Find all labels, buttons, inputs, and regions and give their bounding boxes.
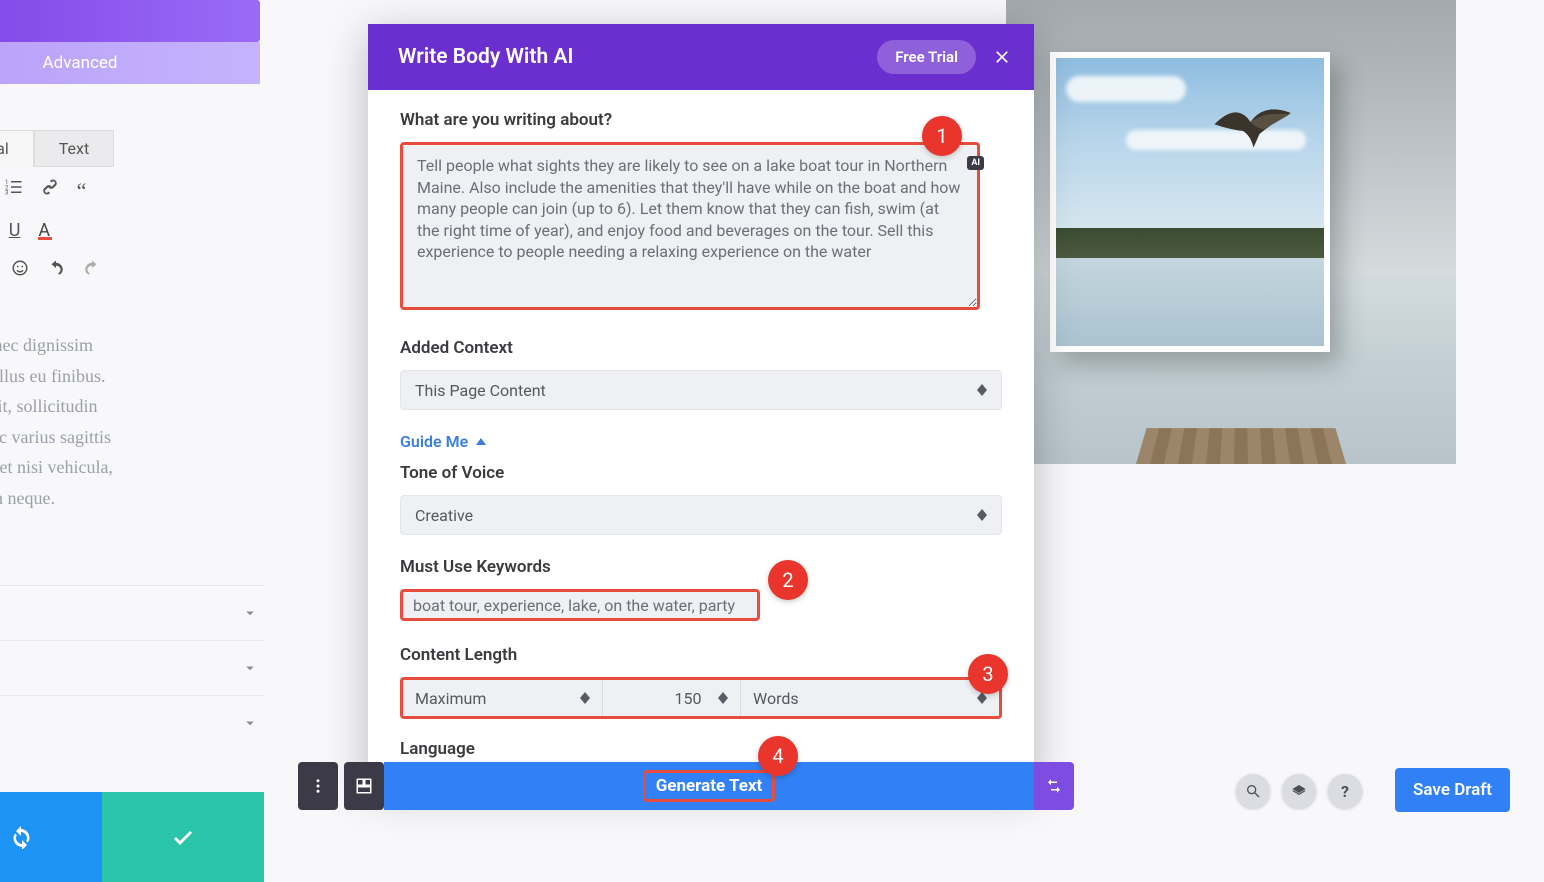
modal-header: Write Body With AI Free Trial [368, 24, 1034, 90]
collapse-row-1[interactable] [0, 585, 265, 640]
bird-icon [1206, 98, 1298, 158]
prompt-input[interactable] [400, 142, 980, 310]
left-collapsers [0, 585, 265, 750]
updown-icon [977, 509, 987, 521]
annotation-2: 2 [768, 560, 808, 600]
save-draft-label: Save Draft [1413, 780, 1492, 800]
help-icon[interactable]: ? [1328, 774, 1362, 808]
image-preview [1006, 0, 1456, 464]
builder-top-bar [0, 0, 260, 42]
ai-badge[interactable]: AI [967, 156, 984, 170]
length-mode-select[interactable]: Maximum [403, 680, 603, 716]
layout-button[interactable] [344, 762, 384, 810]
annotation-1: 1 [922, 116, 962, 156]
tone-select[interactable]: Creative [400, 495, 1002, 535]
inner-photo-card [1050, 52, 1330, 352]
scene-dock [1136, 428, 1346, 464]
modal-body: What are you writing about? AI Added Con… [368, 90, 1034, 783]
updown-icon [580, 692, 590, 704]
context-select[interactable]: This Page Content [400, 370, 1002, 410]
annotation-3-label: 3 [982, 662, 993, 686]
bottom-toolbar: Generate Text [298, 762, 1074, 810]
undo-icon[interactable] [47, 259, 65, 283]
length-mode-value: Maximum [415, 689, 486, 708]
keywords-input[interactable] [400, 589, 760, 621]
search-icon[interactable] [1236, 774, 1270, 808]
confirm-button[interactable] [102, 792, 264, 882]
close-icon[interactable] [992, 47, 1012, 67]
context-label: Added Context [400, 338, 1002, 358]
updown-icon [718, 692, 728, 704]
wysiwyg-toolbar: I 123 “ S U A Ω [0, 170, 260, 291]
length-unit-select[interactable]: Words [741, 680, 999, 716]
annotation-4-label: 4 [772, 744, 783, 768]
length-number-cell [603, 680, 741, 716]
visual-tab[interactable]: Visual [0, 130, 34, 167]
tone-label: Tone of Voice [400, 463, 1002, 483]
text-color-icon[interactable]: A [38, 220, 52, 243]
keywords-wrap [400, 589, 1002, 621]
layers-icon[interactable] [1282, 774, 1316, 808]
guide-me-label: Guide Me [400, 432, 468, 451]
generate-text-label: Generate Text [643, 770, 776, 802]
help-icon-label: ? [1341, 782, 1349, 801]
underline-icon[interactable]: U [9, 220, 21, 243]
prompt-label: What are you writing about? [400, 110, 1002, 130]
triangle-up-icon [476, 438, 486, 445]
svg-text:3: 3 [5, 190, 8, 197]
annotation-2-label: 2 [782, 568, 793, 592]
generate-text-button[interactable]: Generate Text [384, 762, 1034, 810]
updown-icon [977, 384, 987, 396]
keywords-label: Must Use Keywords [400, 557, 1002, 577]
text-tab-label: Text [59, 139, 89, 158]
save-draft-button[interactable]: Save Draft [1395, 768, 1510, 812]
length-label: Content Length [400, 645, 1002, 665]
guide-me-link[interactable]: Guide Me [400, 432, 486, 451]
annotation-4: 4 [758, 736, 798, 776]
language-label: Language [400, 739, 1002, 759]
numbered-list-icon[interactable]: 123 [5, 178, 23, 204]
more-options-button[interactable] [298, 762, 338, 810]
modal-title: Write Body With AI [398, 45, 573, 69]
content-length-row: Maximum Words [400, 677, 1002, 719]
annotation-3: 3 [968, 654, 1008, 694]
collapse-row-3[interactable] [0, 695, 265, 750]
swap-button[interactable] [1034, 762, 1074, 810]
refresh-button[interactable] [0, 792, 102, 882]
length-number-input[interactable] [658, 689, 718, 708]
editor-body-text: t nunc, nec dignissim s eget tellus eu f… [0, 330, 270, 514]
redo-icon[interactable] [83, 259, 101, 283]
advanced-tab-label: Advanced [43, 53, 118, 73]
collapse-row-2[interactable] [0, 640, 265, 695]
visual-tab-label: Visual [0, 139, 9, 158]
emoji-icon[interactable] [11, 259, 29, 283]
link-icon[interactable] [41, 178, 59, 204]
free-trial-label: Free Trial [895, 48, 958, 66]
text-tab[interactable]: Text [34, 130, 114, 167]
floating-round-icons: ? [1236, 774, 1362, 808]
annotation-1-label: 1 [936, 124, 947, 148]
left-action-buttons [0, 792, 264, 882]
tone-value: Creative [415, 506, 473, 525]
length-unit-value: Words [753, 689, 799, 708]
free-trial-pill[interactable]: Free Trial [877, 40, 976, 74]
editor-tabs: Visual Text [0, 130, 114, 167]
prompt-wrap: AI [400, 142, 1002, 314]
context-value: This Page Content [415, 381, 546, 400]
advanced-tab[interactable]: Advanced [0, 42, 260, 84]
quote-icon[interactable]: “ [77, 178, 87, 204]
